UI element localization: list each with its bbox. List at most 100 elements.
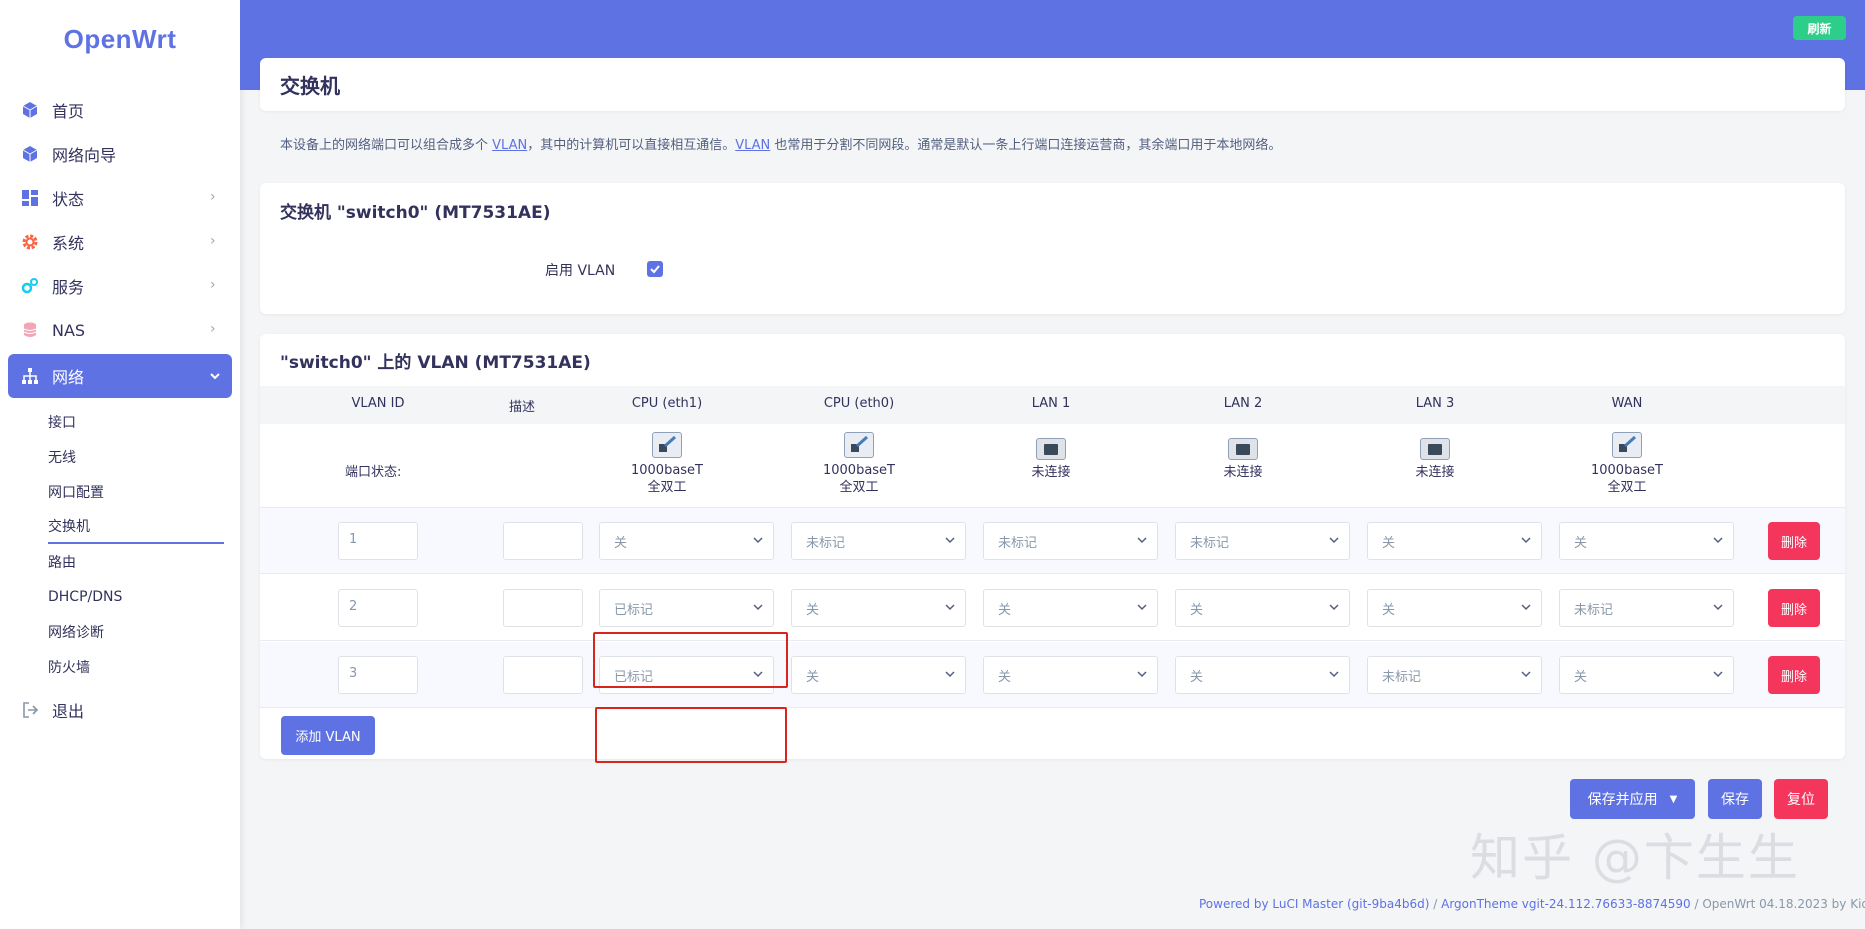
footer-theme-link[interactable]: ArgonTheme vgit-24.112.76633-8874590 — [1441, 897, 1691, 911]
port-status-label: 端口状态: — [345, 465, 402, 480]
port-status-lan1: 未连接 — [971, 432, 1131, 481]
cube-icon — [20, 144, 40, 164]
vlan-link[interactable]: VLAN — [735, 138, 770, 153]
port-select-wan[interactable]: 关 — [1559, 522, 1734, 560]
select-value: 关 — [1574, 670, 1588, 685]
chevron-right-icon: › — [210, 189, 216, 205]
sidebar-item-services[interactable]: 服务 › — [8, 264, 232, 308]
chevron-down-icon — [1713, 604, 1723, 611]
table-row: 2 已标记 关 关 关 关 未标记 删除 — [260, 575, 1845, 641]
footer-luci-link[interactable]: Powered by LuCI Master (git-9ba4b6d) — [1199, 897, 1429, 911]
vlan-description-input[interactable] — [503, 522, 583, 560]
vlan-id-input[interactable]: 2 — [338, 589, 418, 627]
port-select-lan2[interactable]: 关 — [1175, 656, 1350, 694]
submenu-item-interfaces[interactable]: 接口 — [48, 404, 232, 439]
chevron-down-icon — [945, 604, 955, 611]
vlan-id-input[interactable]: 1 — [338, 522, 418, 560]
port-select-lan3[interactable]: 关 — [1367, 522, 1542, 560]
port-duplex: 全双工 — [839, 480, 879, 495]
port-select-wan[interactable]: 关 — [1559, 656, 1734, 694]
port-select-lan3[interactable]: 未标记 — [1367, 656, 1542, 694]
port-select-lan2[interactable]: 未标记 — [1175, 522, 1350, 560]
column-header: VLAN ID — [351, 396, 405, 411]
port-state: 未连接 — [1415, 465, 1455, 480]
port-select-cpu-eth0[interactable]: 关 — [791, 589, 966, 627]
ethernet-connected-icon — [844, 432, 874, 458]
port-select-lan1[interactable]: 未标记 — [983, 522, 1158, 560]
port-select-lan1[interactable]: 关 — [983, 656, 1158, 694]
select-value: 关 — [998, 670, 1012, 685]
footer: Powered by LuCI Master (git-9ba4b6d) / A… — [1199, 897, 1865, 911]
sidebar-item-logout[interactable]: 退出 — [8, 688, 232, 732]
vlan-description-input[interactable] — [503, 589, 583, 627]
submenu-item-switch[interactable]: 交换机 — [48, 509, 224, 544]
column-header: WAN — [1611, 396, 1643, 411]
port-duplex: 全双工 — [1607, 480, 1647, 495]
sidebar-item-label: 首页 — [52, 102, 85, 121]
delete-button[interactable]: 删除 — [1768, 656, 1820, 694]
submenu-item-wireless[interactable]: 无线 — [48, 439, 232, 474]
delete-button[interactable]: 删除 — [1768, 589, 1820, 627]
chevron-down-icon — [945, 671, 955, 678]
footer-openwrt: OpenWrt 04.18.2023 by Kiddin' — [1702, 897, 1865, 911]
delete-button[interactable]: 删除 — [1768, 522, 1820, 560]
submenu-item-firewall[interactable]: 防火墙 — [48, 649, 232, 684]
column-header: 描述 — [508, 400, 535, 415]
add-vlan-button[interactable]: 添加 VLAN — [281, 716, 375, 755]
sidebar-item-label: 状态 — [52, 190, 85, 209]
port-select-lan1[interactable]: 关 — [983, 589, 1158, 627]
save-button[interactable]: 保存 — [1708, 779, 1762, 819]
table-row: 1 关 未标记 未标记 未标记 关 关 删除 — [260, 508, 1845, 574]
sidebar-item-status[interactable]: 状态 › — [8, 176, 232, 220]
chevron-down-icon — [1329, 671, 1339, 678]
main-content: 交换机 本设备上的网络端口可以组合成多个 VLAN，其中的计算机可以直接相互通信… — [260, 58, 1845, 763]
reset-button[interactable]: 复位 — [1774, 779, 1828, 819]
cube-icon — [20, 100, 40, 120]
save-apply-label: 保存并应用 — [1587, 792, 1658, 808]
openwrt-logo[interactable]: OpenWrt — [0, 24, 240, 55]
chevron-down-icon — [753, 604, 763, 611]
ethernet-disconnected-icon — [1420, 438, 1450, 460]
chevron-down-icon — [945, 537, 955, 544]
gear-icon — [20, 232, 40, 252]
sidebar-item-label: 网络 — [52, 368, 85, 387]
save-apply-button[interactable]: 保存并应用 ▼ — [1570, 779, 1695, 819]
select-value: 关 — [998, 603, 1012, 618]
refresh-button[interactable]: 刷新 — [1793, 16, 1846, 40]
sidebar-item-network[interactable]: 网络 — [8, 354, 232, 398]
sidebar-item-label: 网络向导 — [52, 146, 117, 165]
submenu-item-diagnostics[interactable]: 网络诊断 — [48, 614, 232, 649]
vlan-section-title: "switch0" 上的 VLAN (MT7531AE) — [280, 353, 591, 373]
enable-vlan-checkbox[interactable] — [647, 261, 663, 277]
chevron-down-icon — [1137, 604, 1147, 611]
port-select-cpu-eth1[interactable]: 已标记 — [599, 589, 774, 627]
port-select-lan3[interactable]: 关 — [1367, 589, 1542, 627]
chevron-right-icon: › — [210, 321, 216, 337]
sidebar-item-nas[interactable]: NAS › — [8, 308, 232, 352]
column-header: LAN 3 — [1415, 396, 1455, 411]
vlan-link[interactable]: VLAN — [492, 138, 527, 153]
select-value: 关 — [1382, 603, 1396, 618]
column-header: CPU (eth1) — [631, 396, 703, 411]
port-select-cpu-eth1[interactable]: 关 — [599, 522, 774, 560]
sidebar-item-home[interactable]: 首页 — [8, 88, 232, 132]
description-text: 本设备上的网络端口可以组合成多个 — [280, 138, 493, 153]
sidebar-item-wizard[interactable]: 网络向导 — [8, 132, 232, 176]
sidebar-item-label: 服务 — [52, 278, 85, 297]
port-select-cpu-eth0[interactable]: 关 — [791, 656, 966, 694]
sidebar-item-system[interactable]: 系统 › — [8, 220, 232, 264]
submenu-item-routes[interactable]: 路由 — [48, 544, 232, 579]
network-submenu: 接口 无线 网口配置 交换机 路由 DHCP/DNS 网络诊断 防火墙 — [8, 404, 232, 684]
port-status-lan2: 未连接 — [1163, 432, 1323, 481]
caret-down-icon: ▼ — [1669, 793, 1678, 805]
submenu-item-dhcp-dns[interactable]: DHCP/DNS — [48, 579, 232, 614]
check-icon — [650, 265, 660, 274]
port-select-cpu-eth0[interactable]: 未标记 — [791, 522, 966, 560]
port-select-wan[interactable]: 未标记 — [1559, 589, 1734, 627]
vlan-description-input[interactable] — [503, 656, 583, 694]
description-text: ，其中的计算机可以直接相互通信。 — [527, 138, 736, 153]
submenu-item-port-config[interactable]: 网口配置 — [48, 474, 232, 509]
port-select-lan2[interactable]: 关 — [1175, 589, 1350, 627]
vlan-id-input[interactable]: 3 — [338, 656, 418, 694]
select-value: 已标记 — [614, 603, 654, 618]
